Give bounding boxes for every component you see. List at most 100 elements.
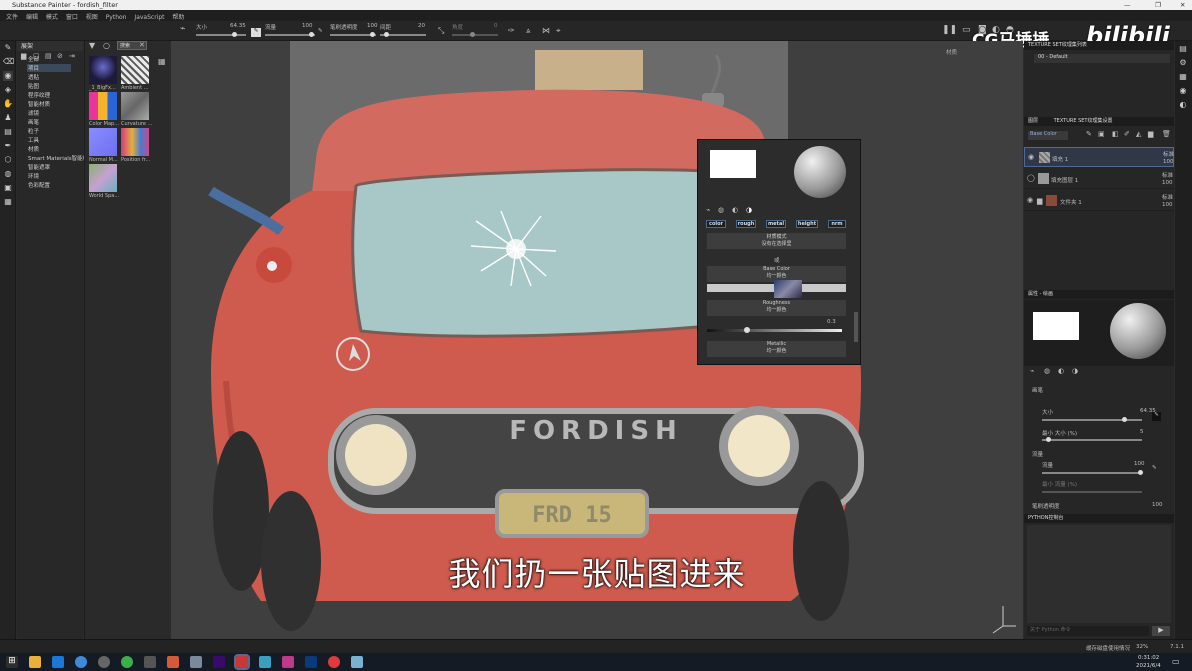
properties-icon[interactable]: ◉ xyxy=(1178,86,1188,96)
category-brushes[interactable]: 画笔 xyxy=(28,118,39,126)
menu-help[interactable]: 帮助 xyxy=(172,12,184,21)
add-paint-icon[interactable]: ✐ xyxy=(1124,130,1130,138)
bake-icon[interactable]: ▤ xyxy=(3,127,13,137)
clear-search-icon[interactable]: ✕ xyxy=(139,41,145,49)
photo-app-icon[interactable] xyxy=(190,656,202,668)
app-icon[interactable] xyxy=(52,656,64,668)
category-project[interactable]: 项目 xyxy=(27,64,71,72)
layer-blend[interactable]: 标准 xyxy=(1162,171,1173,179)
layer-opacity[interactable]: 100 xyxy=(1162,202,1173,208)
prop-flow-slider[interactable] xyxy=(1042,470,1143,475)
thumb-curvature[interactable] xyxy=(121,92,149,120)
grid-view-icon[interactable]: ▦ xyxy=(158,57,166,66)
layers-tab[interactable]: 图层 xyxy=(1028,118,1038,124)
explorer-icon[interactable] xyxy=(29,656,41,668)
sphere-view-icon[interactable]: ○ xyxy=(103,41,110,50)
eye-icon[interactable]: ◉ xyxy=(1027,196,1033,204)
clone-icon[interactable]: ♟ xyxy=(3,113,13,123)
layer-row-folder[interactable]: ◉ ▆ 文件夹 1 标准 100 xyxy=(1024,191,1174,211)
thumb-world-space[interactable] xyxy=(89,164,117,192)
material-tab-icon[interactable]: ◑ xyxy=(1072,367,1078,375)
geometry-mask-icon[interactable]: ◈ xyxy=(3,85,13,95)
material-mode-field[interactable]: 材质模式 没有在选择里 xyxy=(707,233,846,249)
add-fill-icon[interactable]: ◧ xyxy=(1112,130,1119,138)
minimize-icon[interactable]: — xyxy=(1124,1,1131,9)
category-filters[interactable]: 滤镜 xyxy=(28,109,39,117)
category-color-profiles[interactable]: 色彩配置 xyxy=(28,181,50,189)
export-icon[interactable]: ⇥ xyxy=(69,52,75,60)
flow-pressure-icon[interactable]: ✎ xyxy=(318,28,323,34)
paint-brush-icon[interactable]: ✎ xyxy=(3,43,13,53)
channel-dropdown[interactable]: Base Color xyxy=(1028,131,1068,140)
folder-icon[interactable]: ▆ xyxy=(21,52,26,60)
stroke-opacity-slider[interactable] xyxy=(330,32,376,37)
notification-icon[interactable]: ▭ xyxy=(1172,657,1180,666)
layers-toggle-icon[interactable]: ▦ xyxy=(3,197,13,207)
category-particles[interactable]: 粒子 xyxy=(28,127,39,135)
layer-row-fill-layer[interactable]: ◯ 填充图层 1 标准 100 xyxy=(1024,169,1174,189)
menu-view[interactable]: 视图 xyxy=(86,12,98,21)
maximize-icon[interactable]: ❐ xyxy=(1155,1,1161,9)
layers-icon[interactable]: ▦ xyxy=(1178,72,1188,82)
layer-row-fill[interactable]: ◉ 填充 1 标准 100 xyxy=(1024,147,1174,167)
menu-javascript[interactable]: JavaScript xyxy=(134,14,164,21)
tiling-icon[interactable]: ⋈ xyxy=(542,26,550,35)
mirror-icon[interactable]: ⩓ xyxy=(526,26,531,36)
import-icon[interactable]: ▤ xyxy=(45,52,52,60)
app5-icon[interactable] xyxy=(328,656,340,668)
texture-set-item[interactable]: 00 - Default xyxy=(1034,54,1170,63)
angle-slider[interactable] xyxy=(452,32,498,37)
flow-slider[interactable] xyxy=(265,32,315,37)
smudge-icon[interactable]: ✋ xyxy=(3,99,13,109)
clock-app-icon[interactable] xyxy=(98,656,110,668)
substance-painter-icon[interactable] xyxy=(234,654,250,670)
windows-start-icon[interactable]: ⊞ xyxy=(6,656,18,668)
category-alpha[interactable]: 透贴 xyxy=(28,73,39,81)
pause-icon[interactable]: ❚❚ xyxy=(942,25,957,35)
polygon-fill-icon[interactable]: ⬡ xyxy=(3,155,13,165)
alpha-tab-icon[interactable]: ◍ xyxy=(1044,367,1050,375)
lazy-mouse-icon[interactable]: ✑ xyxy=(508,26,515,35)
symmetry-icon[interactable]: ⤡ xyxy=(438,26,444,36)
brush-tab-icon[interactable]: ⌁ xyxy=(1030,367,1034,375)
category-procedurals[interactable]: 程序纹理 xyxy=(28,91,50,99)
eye-icon[interactable]: ◉ xyxy=(1028,153,1034,161)
menu-file[interactable]: 文件 xyxy=(6,12,18,21)
prop-min-flow-slider[interactable] xyxy=(1042,491,1142,493)
app4-icon[interactable] xyxy=(282,656,294,668)
prop-size-slider[interactable] xyxy=(1042,417,1142,422)
metallic-field[interactable]: Metallic 均一颜色 xyxy=(707,341,846,357)
layer-blend[interactable]: 标准 xyxy=(1162,193,1173,201)
chip-nrm[interactable]: nrm xyxy=(828,220,846,228)
add-bucket-icon[interactable]: ◭ xyxy=(1136,130,1141,138)
roughness-slider-knob[interactable] xyxy=(744,327,750,333)
chip-color[interactable]: color xyxy=(706,220,726,228)
shelf-toggle-icon[interactable]: ▣ xyxy=(3,183,13,193)
projection-icon[interactable]: ◉ xyxy=(3,71,13,81)
photoshop-icon[interactable] xyxy=(305,656,317,668)
layer-opacity[interactable]: 100 xyxy=(1163,159,1174,165)
texture-set-settings-tab[interactable]: TEXTURE SET纹理集设置 xyxy=(1054,118,1113,124)
mask-mode-icon[interactable]: ◑ xyxy=(746,206,752,214)
thumb-color-map[interactable] xyxy=(89,92,117,120)
flow-pressure-icon-2[interactable]: ✎ xyxy=(1152,465,1157,471)
chrome-icon[interactable] xyxy=(121,656,133,668)
add-mask-icon[interactable]: ▣ xyxy=(1098,130,1105,138)
delete-layer-icon[interactable]: 🗑 xyxy=(1162,130,1171,138)
layer-opacity[interactable]: 100 xyxy=(1162,180,1173,186)
add-folder-icon[interactable]: ▆ xyxy=(1148,130,1153,138)
frame-icon[interactable]: ▭ xyxy=(962,25,971,35)
category-environment[interactable]: 环境 xyxy=(28,172,39,180)
category-smart-materials[interactable]: Smart Materials智能材 xyxy=(28,154,88,162)
category-all[interactable]: 全部 xyxy=(28,55,39,63)
category-materials[interactable]: 材质 xyxy=(28,145,39,153)
brush-stroke-icon[interactable]: ⌁ xyxy=(180,24,185,34)
thumb-normal-map[interactable] xyxy=(89,128,117,156)
menu-mode[interactable]: 模式 xyxy=(46,12,58,21)
spacing-slider[interactable] xyxy=(380,32,426,37)
hide-icon[interactable]: ⊘ xyxy=(57,52,63,60)
filter-icon[interactable]: ▼ xyxy=(89,41,95,50)
app2-icon[interactable] xyxy=(167,656,179,668)
thumb-ambient[interactable] xyxy=(121,56,149,84)
search-icon[interactable] xyxy=(75,656,87,668)
